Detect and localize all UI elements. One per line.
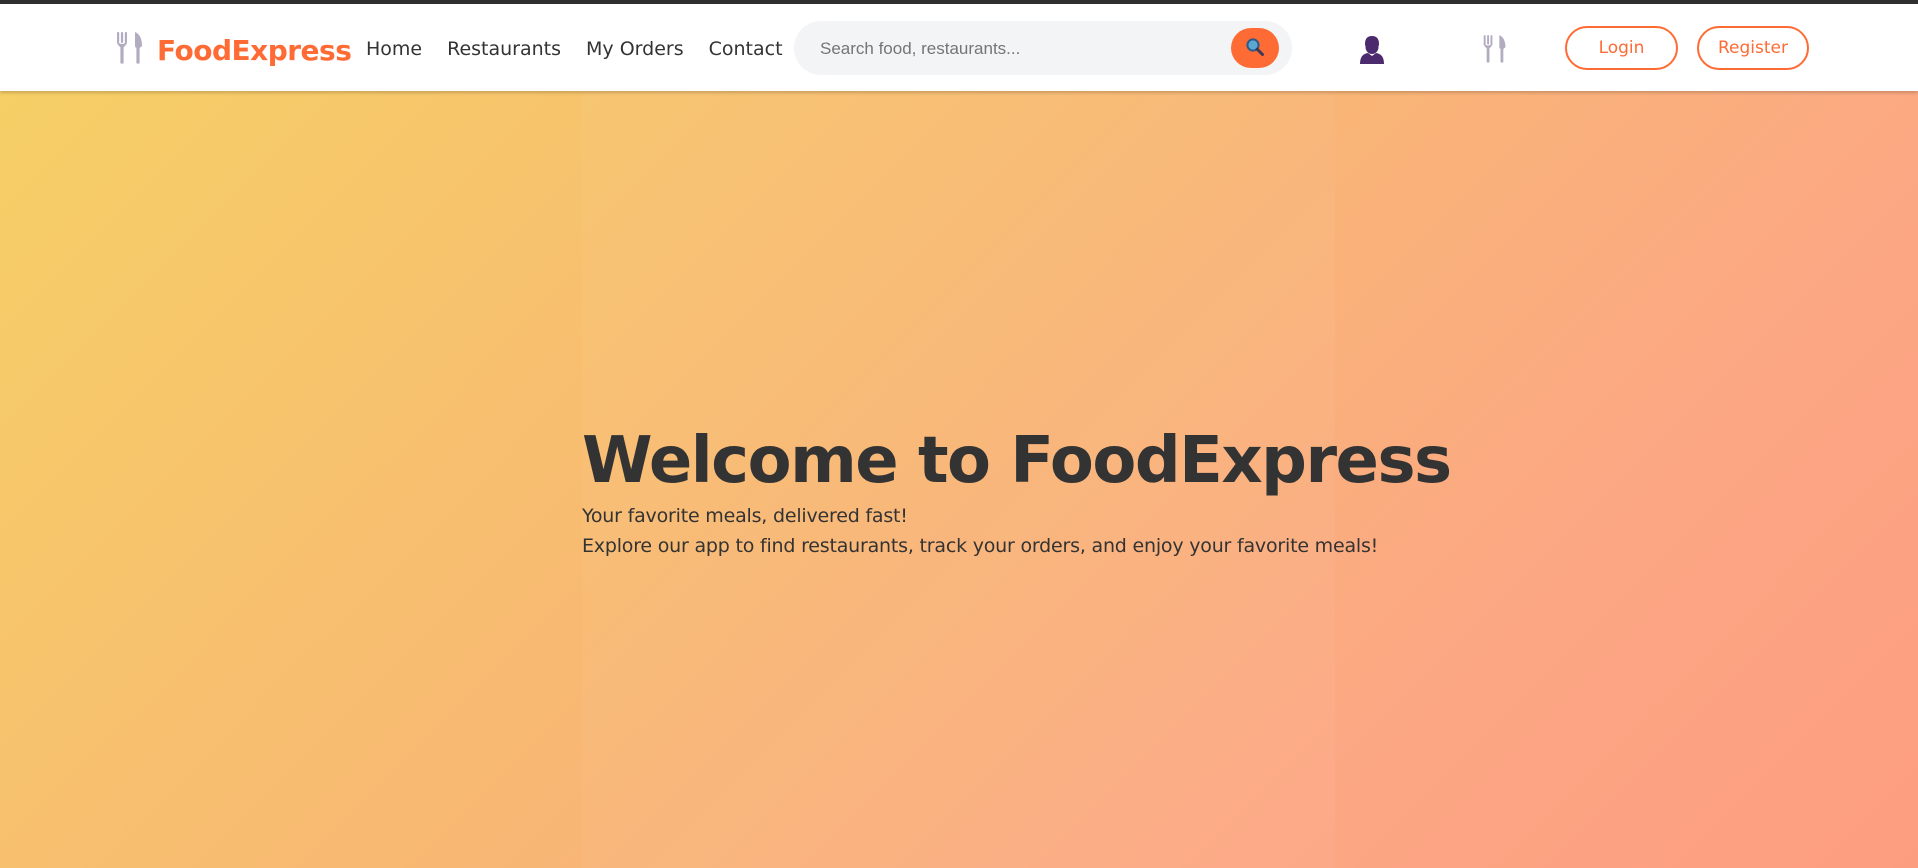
cutlery-icon: [1482, 33, 1508, 69]
cutlery-icon: [115, 31, 157, 69]
brand-logo-link[interactable]: FoodExpress: [115, 30, 352, 70]
navbar: FoodExpress Home Restaurants My Orders C…: [0, 4, 1918, 91]
nav-contact-link[interactable]: Contact: [709, 38, 783, 60]
main-nav: Home Restaurants My Orders Contact: [366, 38, 808, 60]
search-button[interactable]: [1231, 28, 1279, 68]
search-bar: [794, 21, 1292, 75]
menu-button[interactable]: [1478, 34, 1512, 68]
hero-content: Welcome to FoodExpress Your favorite mea…: [582, 421, 1452, 561]
login-button[interactable]: Login: [1565, 26, 1678, 70]
nav-my-orders-link[interactable]: My Orders: [586, 38, 684, 60]
user-icon: [1358, 35, 1386, 69]
hero-title: Welcome to FoodExpress: [582, 424, 1452, 498]
search-input[interactable]: [818, 33, 1222, 65]
search-icon: [1245, 37, 1265, 60]
register-button[interactable]: Register: [1697, 26, 1809, 70]
hero-section: Welcome to FoodExpress Your favorite mea…: [0, 91, 1918, 868]
nav-home-link[interactable]: Home: [366, 38, 422, 60]
nav-restaurants-link[interactable]: Restaurants: [447, 38, 561, 60]
brand-name: FoodExpress: [157, 33, 352, 67]
hero-tagline: Your favorite meals, delivered fast!: [582, 505, 908, 527]
user-account-button[interactable]: [1355, 35, 1389, 69]
hero-description: Explore our app to find restaurants, tra…: [582, 535, 1379, 557]
